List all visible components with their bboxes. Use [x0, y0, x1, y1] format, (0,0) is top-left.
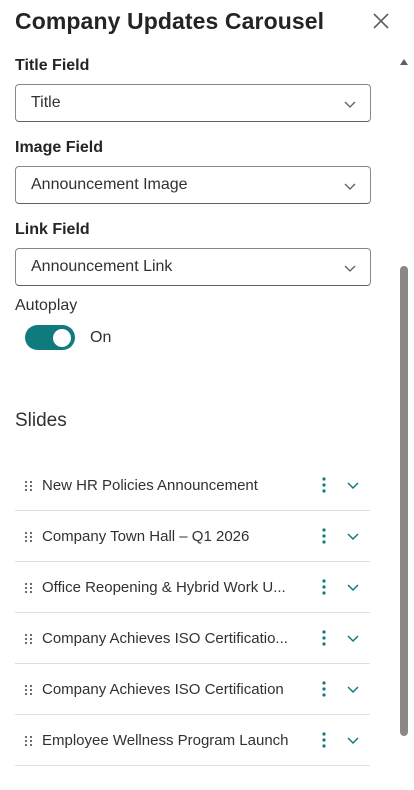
chevron-down-icon [344, 265, 356, 272]
chevron-down-icon[interactable] [346, 581, 360, 593]
scrollbar-thumb[interactable] [400, 266, 408, 736]
autoplay-label: Autoplay [15, 297, 78, 314]
more-vertical-icon[interactable] [320, 731, 328, 749]
panel-header: Company Updates Carousel [15, 6, 414, 38]
drag-handle-icon[interactable] [24, 735, 33, 747]
slide-list: New HR Policies Announcement Company Tow… [15, 460, 370, 766]
autoplay-toggle[interactable] [25, 325, 75, 350]
drag-handle-icon[interactable] [24, 480, 33, 492]
more-vertical-icon[interactable] [320, 629, 328, 647]
chevron-down-icon[interactable] [346, 683, 360, 695]
image-field-dropdown[interactable]: Announcement Image [15, 166, 371, 204]
more-vertical-icon[interactable] [320, 476, 328, 494]
chevron-down-icon[interactable] [346, 734, 360, 746]
drag-handle-icon[interactable] [24, 633, 33, 645]
close-icon[interactable] [372, 12, 390, 30]
drag-handle-icon[interactable] [24, 531, 33, 543]
slide-row: Company Town Hall – Q1 2026 [15, 511, 370, 562]
chevron-down-icon[interactable] [346, 479, 360, 491]
link-field-label: Link Field [15, 221, 90, 238]
slide-row: Company Achieves ISO Certificatio... [15, 613, 370, 664]
slide-row: New HR Policies Announcement [15, 460, 370, 511]
drag-handle-icon[interactable] [24, 684, 33, 696]
title-field-dropdown[interactable]: Title [15, 84, 371, 122]
slide-title: New HR Policies Announcement [42, 477, 258, 494]
panel-title: Company Updates Carousel [15, 8, 325, 34]
image-field-label: Image Field [15, 139, 104, 156]
link-field-dropdown[interactable]: Announcement Link [15, 248, 371, 286]
autoplay-state-text: On [90, 329, 112, 346]
more-vertical-icon[interactable] [320, 578, 328, 596]
slides-heading: Slides [15, 410, 67, 431]
slide-row: Office Reopening & Hybrid Work U... [15, 562, 370, 613]
more-vertical-icon[interactable] [320, 527, 328, 545]
drag-handle-icon[interactable] [24, 582, 33, 594]
slide-row: Company Achieves ISO Certification [15, 664, 370, 715]
chevron-down-icon[interactable] [346, 530, 360, 542]
slide-title: Company Town Hall – Q1 2026 [42, 528, 250, 545]
title-field-label: Title Field [15, 57, 90, 74]
image-field-value: Announcement Image [31, 176, 188, 193]
slide-row: Employee Wellness Program Launch [15, 715, 370, 766]
title-field-value: Title [31, 94, 61, 111]
scroll-up-icon[interactable] [399, 58, 409, 66]
slide-title: Employee Wellness Program Launch [42, 732, 289, 749]
toggle-knob [53, 328, 71, 347]
slide-title: Company Achieves ISO Certification [42, 681, 284, 698]
more-vertical-icon[interactable] [320, 680, 328, 698]
chevron-down-icon [344, 101, 356, 108]
chevron-down-icon [344, 183, 356, 190]
chevron-down-icon[interactable] [346, 632, 360, 644]
slide-title: Office Reopening & Hybrid Work U... [42, 579, 286, 596]
vertical-scrollbar[interactable] [397, 52, 411, 787]
slide-title: Company Achieves ISO Certificatio... [42, 630, 288, 647]
link-field-value: Announcement Link [31, 258, 173, 275]
